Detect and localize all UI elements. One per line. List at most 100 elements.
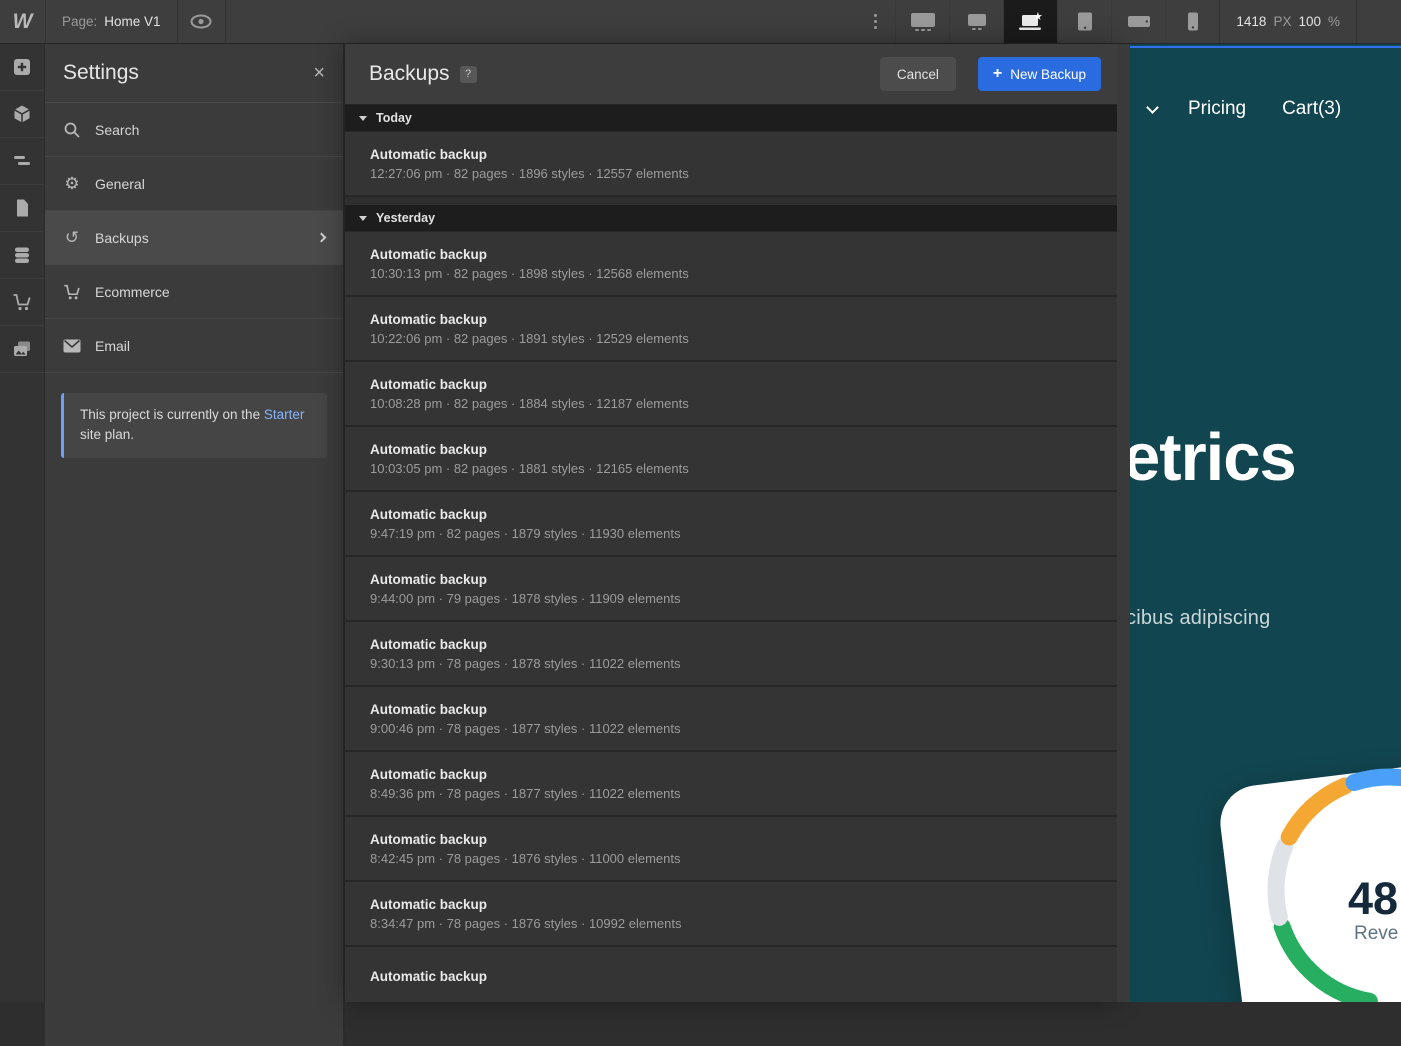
settings-item-backups[interactable]: ↺ Backups [45, 211, 343, 265]
chevron-down-icon[interactable] [1146, 101, 1159, 114]
plan-note-text: site plan. [80, 427, 134, 442]
collapse-triangle-icon [359, 116, 367, 121]
ecommerce-panel-button[interactable] [0, 279, 44, 326]
backups-list: Today Automatic backup 12:27:06 pm · 82 … [345, 105, 1117, 1002]
settings-item-email[interactable]: Email [45, 319, 343, 373]
backup-title: Automatic backup [370, 377, 1092, 392]
backup-list-item[interactable]: Automatic backup 10:30:13 pm · 82 pages … [345, 232, 1117, 297]
canvas-width-value[interactable]: 1418 [1236, 14, 1266, 29]
settings-item-label: General [95, 176, 145, 192]
preview-hero-paragraph[interactable]: cibus adipiscing [1130, 607, 1270, 630]
backup-list-item[interactable]: Automatic backup 9:44:00 pm · 79 pages ·… [345, 557, 1117, 622]
breakpoint-phone-landscape-button[interactable] [1111, 0, 1165, 43]
backup-title: Automatic backup [370, 702, 1092, 717]
close-icon[interactable]: × [313, 62, 325, 85]
backup-list-item[interactable]: Automatic backup 9:47:19 pm · 82 pages ·… [345, 492, 1117, 557]
backup-list-item[interactable]: Automatic backup 9:00:46 pm · 78 pages ·… [345, 687, 1117, 752]
canvas-dimensions-control[interactable]: 1418 PX 100 % [1219, 0, 1357, 43]
page-icon [12, 198, 32, 218]
preview-hero-heading[interactable]: etrics [1130, 421, 1296, 495]
zoom-value[interactable]: 100 [1298, 14, 1321, 29]
backup-list-item[interactable]: Automatic backup 12:27:06 pm · 82 pages … [345, 132, 1117, 197]
gauge-label: Reve [1354, 923, 1398, 945]
site-plan-note: This project is currently on the Starter… [61, 393, 327, 458]
backup-list-item[interactable]: Automatic backup 9:30:13 pm · 78 pages ·… [345, 622, 1117, 687]
settings-panel-header: Settings × [45, 44, 343, 103]
chevron-right-icon [317, 233, 327, 243]
help-icon[interactable]: ? [460, 66, 477, 83]
add-elements-button[interactable] [0, 44, 44, 91]
assets-panel-button[interactable] [0, 326, 44, 373]
page-selector[interactable]: Page: Home V1 [46, 0, 178, 43]
preview-eye-button[interactable] [178, 0, 226, 43]
backup-list-item[interactable]: Automatic backup 10:22:06 pm · 82 pages … [345, 297, 1117, 362]
navigator-panel-button[interactable] [0, 138, 44, 185]
backups-title: Backups [369, 62, 450, 86]
backup-meta: 8:49:36 pm · 78 pages · 1877 styles · 11… [370, 786, 1092, 801]
topbar-tail [1357, 0, 1401, 43]
backup-meta: 10:08:28 pm · 82 pages · 1884 styles · 1… [370, 396, 1092, 411]
backup-list-item[interactable]: Automatic backup 10:03:05 pm · 82 pages … [345, 427, 1117, 492]
topbar-spacer [226, 0, 856, 43]
page-label: Page: [62, 14, 97, 29]
backup-list-item[interactable]: Automatic backup [345, 947, 1117, 1002]
backup-list-item[interactable]: Automatic backup 8:34:47 pm · 78 pages ·… [345, 882, 1117, 947]
more-options-button[interactable] [855, 0, 895, 43]
preview-nav-cart[interactable]: Cart(3) [1282, 98, 1341, 120]
settings-item-general[interactable]: ⚙ General [45, 157, 343, 211]
breakpoint-desktop-xl-button[interactable] [895, 0, 949, 43]
add-icon [12, 57, 32, 77]
breakpoint-desktop-base-button[interactable]: ★ [1003, 0, 1057, 43]
backup-list-item[interactable]: Automatic backup 10:08:28 pm · 82 pages … [345, 362, 1117, 427]
plan-note-text: This project is currently on the [80, 407, 264, 422]
preview-nav-pricing[interactable]: Pricing [1188, 98, 1246, 120]
site-preview-canvas[interactable]: Pricing Cart(3) etrics cibus adipiscing … [1130, 44, 1401, 1002]
backup-title: Automatic backup [370, 247, 1092, 262]
backups-panel-header: Backups ? Cancel + New Backup [345, 44, 1117, 105]
breakpoint-tablet-button[interactable] [1057, 0, 1111, 43]
new-backup-button[interactable]: + New Backup [978, 57, 1101, 91]
backup-meta: 10:22:06 pm · 82 pages · 1891 styles · 1… [370, 331, 1092, 346]
backup-title: Automatic backup [370, 507, 1092, 522]
settings-item-ecommerce[interactable]: Ecommerce [45, 265, 343, 319]
navigator-icon [12, 151, 32, 171]
laptop-star-icon: ★ [1017, 11, 1044, 32]
phone-landscape-icon [1126, 11, 1152, 32]
breakpoint-desktop-large-button[interactable] [949, 0, 1003, 43]
backup-title: Automatic backup [370, 147, 1092, 162]
components-panel-button[interactable] [0, 91, 44, 138]
cancel-button[interactable]: Cancel [880, 57, 956, 91]
backup-title: Automatic backup [370, 969, 1092, 984]
backup-meta: 8:42:45 pm · 78 pages · 1876 styles · 11… [370, 851, 1092, 866]
history-restore-icon: ↺ [63, 229, 81, 246]
backup-title: Automatic backup [370, 572, 1092, 587]
webflow-logo[interactable]: W [0, 0, 46, 43]
backup-section-header[interactable]: Today [345, 105, 1117, 132]
pages-panel-button[interactable] [0, 185, 44, 232]
eye-icon [190, 14, 212, 29]
phone-portrait-icon [1180, 11, 1206, 32]
section-label: Yesterday [376, 211, 435, 225]
gauge-segment-orange [1289, 786, 1345, 837]
top-bar: W Page: Home V1 ★ [0, 0, 1401, 44]
section-label: Today [376, 111, 412, 125]
breakpoint-phone-portrait-button[interactable] [1165, 0, 1219, 43]
canvas-gutter [1117, 44, 1130, 1002]
starter-plan-link[interactable]: Starter [264, 407, 305, 422]
collapse-triangle-icon [359, 216, 367, 221]
backup-title: Automatic backup [370, 442, 1092, 457]
settings-item-label: Search [95, 122, 139, 138]
new-backup-label: New Backup [1010, 67, 1086, 82]
backup-list-item[interactable]: Automatic backup 8:49:36 pm · 78 pages ·… [345, 752, 1117, 817]
backup-title: Automatic backup [370, 832, 1092, 847]
backup-meta: 9:44:00 pm · 79 pages · 1878 styles · 11… [370, 591, 1092, 606]
backup-section-header[interactable]: Yesterday [345, 205, 1117, 232]
backup-list-item[interactable]: Automatic backup 8:42:45 pm · 78 pages ·… [345, 817, 1117, 882]
backup-meta: 9:30:13 pm · 78 pages · 1878 styles · 11… [370, 656, 1092, 671]
assets-icon [12, 339, 32, 359]
settings-item-search[interactable]: Search [45, 103, 343, 157]
cms-panel-button[interactable] [0, 232, 44, 279]
settings-item-label: Ecommerce [95, 284, 170, 300]
settings-item-label: Email [95, 338, 130, 354]
settings-menu: Search ⚙ General ↺ Backups Ecommerce [45, 103, 343, 373]
